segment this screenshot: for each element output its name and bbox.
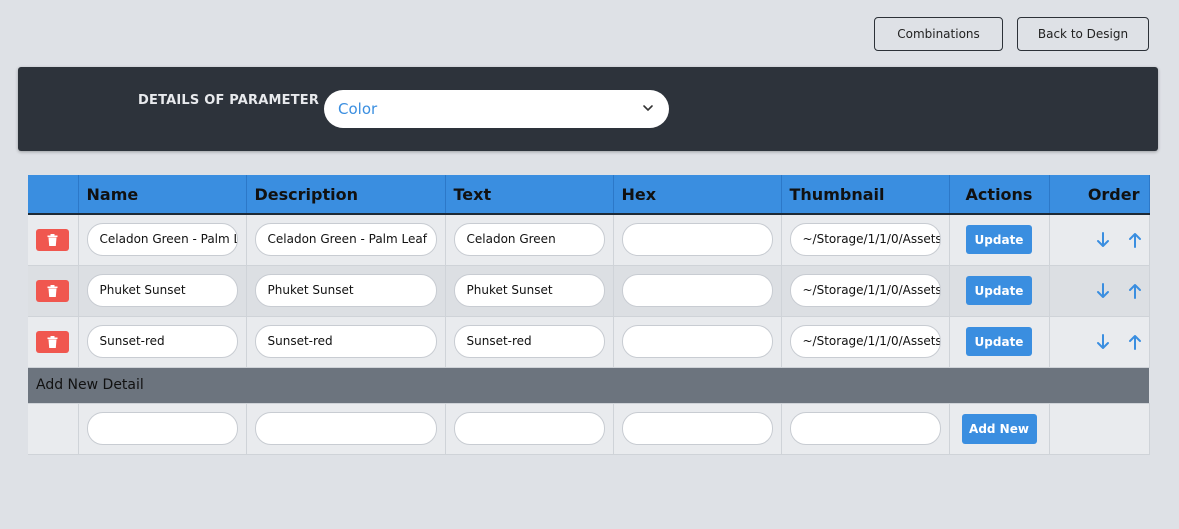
update-button[interactable]: Update bbox=[966, 225, 1032, 255]
header-thumbnail: Thumbnail bbox=[781, 175, 950, 215]
add-section-row: Add New Detail bbox=[28, 367, 1149, 404]
chevron-down-icon bbox=[643, 105, 653, 112]
description-input[interactable]: Phuket Sunset bbox=[254, 274, 437, 307]
parameter-panel: DETAILS OF PARAMETER Color bbox=[18, 67, 1158, 151]
arrow-down-icon[interactable] bbox=[1095, 333, 1111, 351]
parameter-select-value: Color bbox=[338, 100, 378, 118]
parameter-select[interactable]: Color bbox=[324, 90, 669, 128]
parameter-label: DETAILS OF PARAMETER bbox=[138, 93, 320, 108]
delete-button[interactable] bbox=[36, 228, 69, 251]
update-button[interactable]: Update bbox=[966, 327, 1032, 356]
table-row: Sunset-red Sunset-red Sunset-red ~/Stora… bbox=[28, 316, 1150, 368]
arrow-up-icon[interactable] bbox=[1127, 231, 1143, 249]
details-table: Name Description Text Hex Thumbnail Acti… bbox=[28, 175, 1150, 455]
name-input[interactable]: Sunset-red bbox=[86, 325, 238, 358]
update-button[interactable]: Update bbox=[966, 276, 1032, 305]
header-delete bbox=[28, 175, 79, 215]
trash-icon bbox=[47, 335, 58, 348]
new-text-input[interactable] bbox=[453, 412, 605, 445]
thumbnail-input[interactable]: ~/Storage/1/1/0/Assets bbox=[789, 325, 941, 358]
header-text: Text bbox=[445, 175, 614, 215]
new-thumbnail-input[interactable] bbox=[789, 412, 941, 445]
header-order: Order bbox=[1049, 175, 1150, 215]
name-input[interactable]: Celadon Green - Palm Leaf bbox=[86, 223, 238, 257]
thumbnail-input[interactable]: ~/Storage/1/1/0/Assets bbox=[789, 223, 941, 257]
new-hex-input[interactable] bbox=[621, 412, 773, 445]
header-hex: Hex bbox=[613, 175, 782, 215]
table-row: Celadon Green - Palm Leaf Celadon Green … bbox=[28, 214, 1150, 266]
table-row: Phuket Sunset Phuket Sunset Phuket Sunse… bbox=[28, 265, 1150, 317]
header-actions: Actions bbox=[949, 175, 1050, 215]
trash-icon bbox=[47, 233, 58, 246]
arrow-down-icon[interactable] bbox=[1095, 282, 1111, 300]
delete-button[interactable] bbox=[36, 330, 69, 353]
arrow-up-icon[interactable] bbox=[1127, 333, 1143, 351]
description-input[interactable]: Celadon Green - Palm Leaf bbox=[254, 223, 437, 257]
back-to-design-button[interactable]: Back to Design bbox=[1017, 17, 1149, 51]
add-new-button[interactable]: Add New bbox=[961, 413, 1037, 444]
arrow-down-icon[interactable] bbox=[1095, 231, 1111, 249]
add-row: Add New bbox=[28, 403, 1150, 455]
text-input[interactable]: Celadon Green bbox=[453, 223, 605, 257]
table-header-row: Name Description Text Hex Thumbnail Acti… bbox=[28, 175, 1150, 215]
arrow-up-icon[interactable] bbox=[1127, 282, 1143, 300]
hex-input[interactable] bbox=[621, 223, 773, 257]
thumbnail-input[interactable]: ~/Storage/1/1/0/Assets bbox=[789, 274, 941, 307]
description-input[interactable]: Sunset-red bbox=[254, 325, 437, 358]
text-input[interactable]: Phuket Sunset bbox=[453, 274, 605, 307]
trash-icon bbox=[47, 284, 58, 297]
hex-input[interactable] bbox=[621, 325, 773, 358]
new-name-input[interactable] bbox=[86, 412, 238, 445]
delete-button[interactable] bbox=[36, 279, 69, 302]
name-input[interactable]: Phuket Sunset bbox=[86, 274, 238, 307]
text-input[interactable]: Sunset-red bbox=[453, 325, 605, 358]
header-description: Description bbox=[246, 175, 446, 215]
hex-input[interactable] bbox=[621, 274, 773, 307]
add-section-label: Add New Detail bbox=[28, 367, 1149, 404]
header-name: Name bbox=[78, 175, 247, 215]
combinations-button[interactable]: Combinations bbox=[874, 17, 1003, 51]
new-description-input[interactable] bbox=[254, 412, 437, 445]
